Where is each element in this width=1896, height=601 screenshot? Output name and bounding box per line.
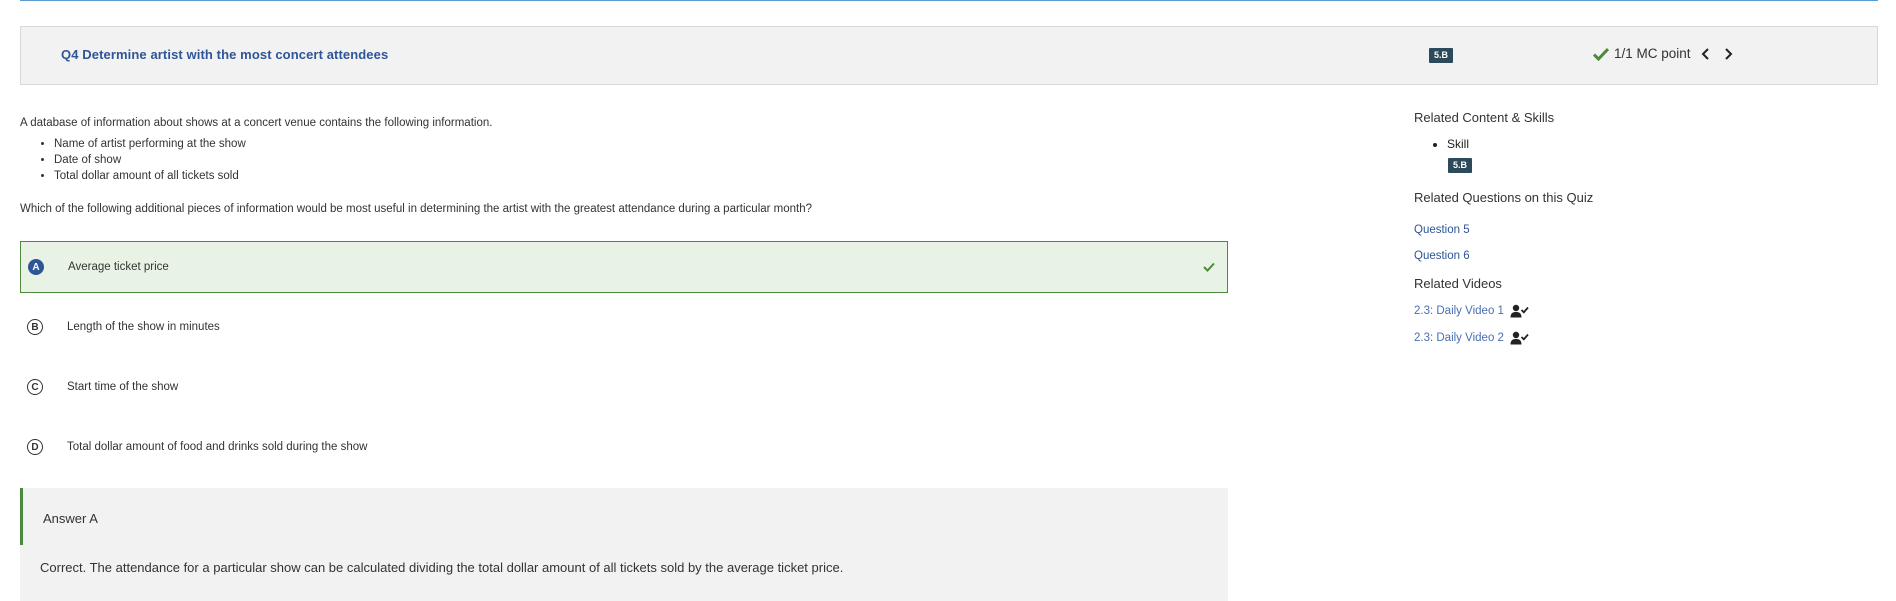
skill-list: Skill <box>1414 137 1469 151</box>
score-text: 1/1 MC point <box>1614 46 1691 61</box>
list-item: Date of show <box>54 152 246 168</box>
check-icon <box>1593 47 1609 61</box>
skill-label: Skill <box>1447 137 1469 151</box>
question-prompt: Which of the following additional pieces… <box>20 203 813 215</box>
choice-text: Length of the show in minutes <box>67 321 220 333</box>
question-title[interactable]: Q4 Determine artist with the most concer… <box>61 47 388 62</box>
question-intro: A database of information about shows at… <box>20 117 493 129</box>
skill-badge: 5.B <box>1429 48 1454 63</box>
question-link[interactable]: Question 6 <box>1414 250 1470 262</box>
video-link[interactable]: 2.3: Daily Video 1 <box>1414 304 1529 318</box>
question-header: Q4 Determine artist with the most concer… <box>20 26 1878 85</box>
correct-indicator-bar <box>20 488 23 545</box>
person-check-icon <box>1510 331 1529 345</box>
related-questions-heading: Related Questions on this Quiz <box>1414 190 1594 205</box>
choice-d[interactable]: D Total dollar amount of food and drinks… <box>20 421 1228 473</box>
check-icon <box>1203 262 1215 272</box>
info-list: Name of artist performing at the show Da… <box>20 136 246 184</box>
choice-letter: A <box>28 259 44 275</box>
choice-text: Start time of the show <box>67 381 179 393</box>
list-item: Total dollar amount of all tickets sold <box>54 168 246 184</box>
video-link[interactable]: 2.3: Daily Video 2 <box>1414 331 1529 345</box>
person-check-icon <box>1510 304 1529 318</box>
video-label: 2.3: Daily Video 1 <box>1414 305 1504 317</box>
question-link[interactable]: Question 5 <box>1414 224 1470 236</box>
choice-b[interactable]: B Length of the show in minutes <box>20 301 1228 353</box>
answer-explanation: Answer A Correct. The attendance for a p… <box>20 488 1228 601</box>
choice-text: Average ticket price <box>68 261 169 273</box>
explanation-text: Correct. The attendance for a particular… <box>40 560 844 575</box>
choice-letter: C <box>27 379 43 395</box>
choice-letter: D <box>27 439 43 455</box>
video-label: 2.3: Daily Video 2 <box>1414 332 1504 344</box>
choice-text: Total dollar amount of food and drinks s… <box>67 441 368 453</box>
top-divider <box>20 0 1878 1</box>
list-item: Name of artist performing at the show <box>54 136 246 152</box>
skill-badge[interactable]: 5.B <box>1448 158 1473 173</box>
related-content-heading: Related Content & Skills <box>1414 110 1555 125</box>
score-area: 1/1 MC point <box>1593 46 1735 61</box>
related-videos-heading: Related Videos <box>1414 276 1502 291</box>
choice-c[interactable]: C Start time of the show <box>20 361 1228 413</box>
answer-label: Answer A <box>43 511 98 526</box>
choice-a[interactable]: A Average ticket price <box>20 241 1228 293</box>
chevron-right-icon[interactable] <box>1721 47 1735 61</box>
choice-letter: B <box>27 319 43 335</box>
chevron-left-icon[interactable] <box>1699 47 1713 61</box>
